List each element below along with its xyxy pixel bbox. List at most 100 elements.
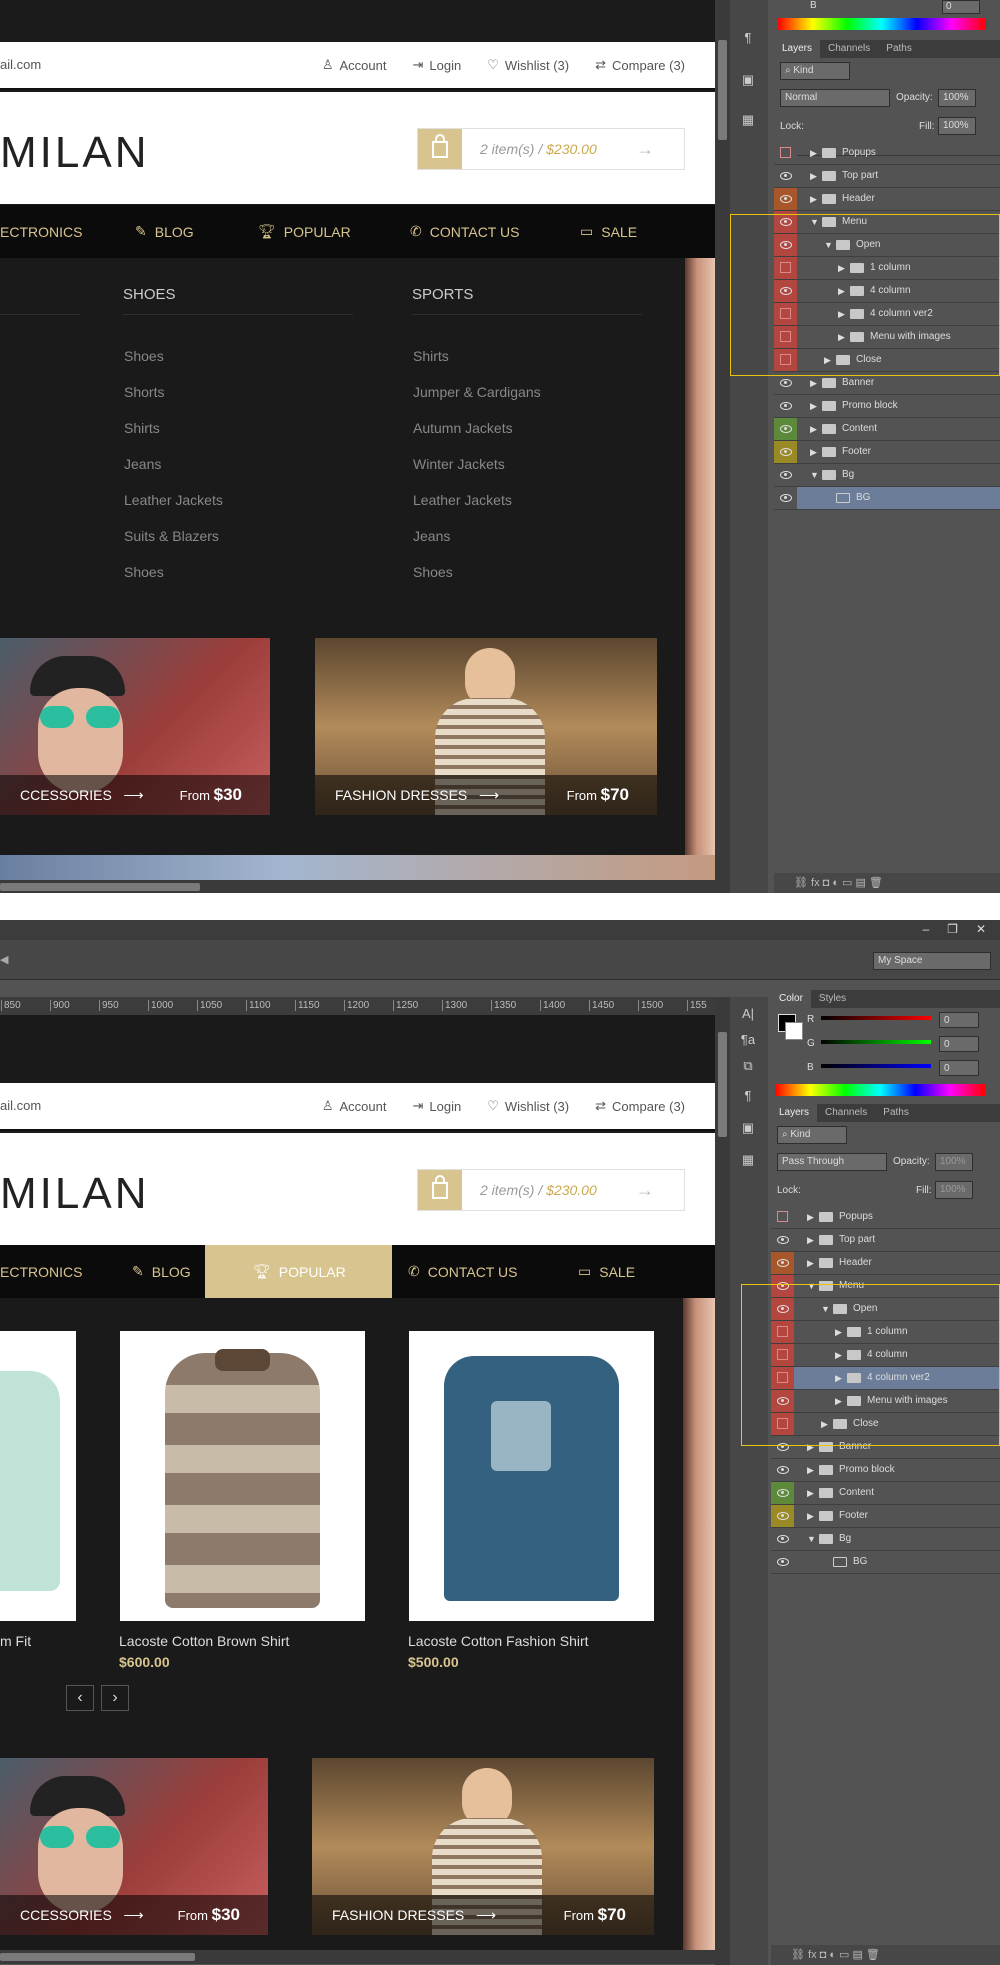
wishlist-link[interactable]: ♡ Wishlist (3)	[487, 1098, 569, 1114]
kind-filter[interactable]: ⌕ Kind	[777, 1126, 847, 1144]
horizontal-scrollbar[interactable]	[0, 880, 715, 893]
visibility-eye-icon[interactable]	[774, 142, 797, 164]
green-slider[interactable]	[821, 1040, 931, 1044]
mega-link[interactable]: Jeans	[413, 528, 450, 544]
layer-row[interactable]: ▶ Popups	[771, 1206, 1000, 1229]
visibility-eye-icon[interactable]	[771, 1505, 794, 1527]
visibility-eye-icon[interactable]	[771, 1482, 794, 1504]
collapsed-triangle-icon[interactable]: ▶	[810, 401, 817, 412]
layer-row[interactable]: BG	[771, 1551, 1000, 1574]
next-button[interactable]: ›	[101, 1685, 129, 1711]
visibility-eye-icon[interactable]	[774, 464, 797, 486]
expanded-triangle-icon[interactable]: ▼	[807, 1534, 816, 1544]
fill-value[interactable]: 100%	[938, 117, 976, 135]
banner-dresses[interactable]: FASHION DRESSES ⟶ From $70	[312, 1758, 654, 1935]
account-link[interactable]: ♙ Account	[322, 1098, 387, 1114]
fill-value[interactable]: 100%	[935, 1181, 973, 1199]
collapsed-triangle-icon[interactable]: ▶	[810, 424, 817, 435]
grid-icon[interactable]: ▦	[734, 1152, 762, 1176]
green-value[interactable]: 0	[939, 1036, 979, 1052]
cart-widget[interactable]: 2 item(s) / $230.00 →	[417, 128, 685, 170]
paragraph-icon[interactable]: ¶	[734, 30, 762, 54]
layer-row[interactable]: ▶ Promo block	[774, 395, 1000, 418]
mega-link[interactable]: Winter Jackets	[413, 456, 505, 472]
tab-layers[interactable]: Layers	[774, 40, 821, 58]
visibility-eye-icon[interactable]	[771, 1528, 794, 1550]
layer-comps-icon[interactable]: ▣	[734, 1120, 762, 1144]
product-name[interactable]: m Fit	[0, 1633, 31, 1649]
mega-link[interactable]: Leather Jackets	[413, 492, 512, 508]
nav-popular[interactable]: 🏆︎ POPULAR	[258, 205, 351, 258]
email-link[interactable]: ail.com	[0, 57, 41, 72]
mega-link[interactable]: Shoes	[124, 564, 164, 580]
prev-button[interactable]: ‹	[66, 1685, 94, 1711]
email-link[interactable]: ail.com	[0, 1098, 41, 1113]
logo[interactable]: MILAN	[0, 1169, 149, 1219]
opacity-value[interactable]: 100%	[938, 89, 976, 107]
visibility-eye-icon[interactable]	[774, 441, 797, 463]
compare-link[interactable]: ⇄ Compare (3)	[595, 1098, 685, 1114]
layer-row[interactable]: ▶ Promo block	[771, 1459, 1000, 1482]
blue-slider[interactable]	[821, 1064, 931, 1068]
nav-popular[interactable]: 🏆︎ POPULAR	[205, 1245, 392, 1298]
mega-link[interactable]: Shirts	[413, 348, 449, 364]
visibility-eye-icon[interactable]	[774, 487, 797, 509]
layer-row[interactable]: ▶ Content	[771, 1482, 1000, 1505]
vertical-scrollbar[interactable]	[715, 997, 730, 1965]
red-value[interactable]: 0	[939, 1012, 979, 1028]
mega-link[interactable]: Shoes	[124, 348, 164, 364]
tab-paths[interactable]: Paths	[878, 40, 920, 58]
clone-source-icon[interactable]: ⧉	[734, 1058, 762, 1082]
visibility-eye-icon[interactable]	[771, 1229, 794, 1251]
layer-row[interactable]: ▶ Popups	[774, 142, 1000, 165]
mega-link[interactable]: Autumn Jackets	[413, 420, 513, 436]
tab-channels[interactable]: Channels	[817, 1104, 875, 1122]
collapsed-triangle-icon[interactable]: ▶	[810, 171, 817, 182]
visibility-eye-icon[interactable]	[774, 165, 797, 187]
product-name[interactable]: Lacoste Cotton Brown Shirt	[119, 1633, 289, 1649]
grid-icon[interactable]: ▦	[734, 112, 762, 136]
collapsed-triangle-icon[interactable]: ▶	[807, 1212, 814, 1223]
background-swatch[interactable]	[785, 1022, 803, 1040]
nav-electronics[interactable]: ECTRONICS	[0, 1245, 82, 1298]
horizontal-scrollbar[interactable]	[0, 1950, 715, 1964]
tab-color[interactable]: Color	[771, 990, 811, 1008]
mega-link[interactable]: Jeans	[124, 456, 161, 472]
blue-value[interactable]: 0	[939, 1060, 979, 1076]
compare-link[interactable]: ⇄ Compare (3)	[595, 57, 685, 73]
collapsed-triangle-icon[interactable]: ▶	[807, 1511, 814, 1522]
layer-row[interactable]: ▶ Footer	[771, 1505, 1000, 1528]
collapsed-triangle-icon[interactable]: ▶	[807, 1465, 814, 1476]
expanded-triangle-icon[interactable]: ▼	[810, 470, 819, 480]
mega-link[interactable]: Leather Jackets	[124, 492, 223, 508]
red-slider[interactable]	[821, 1016, 931, 1020]
layer-row[interactable]: ▶ Top part	[771, 1229, 1000, 1252]
mega-link[interactable]: Shirts	[124, 420, 160, 436]
collapsed-triangle-icon[interactable]: ▶	[807, 1235, 814, 1246]
minimize-icon[interactable]: –	[922, 922, 929, 936]
layer-row[interactable]: ▶ Header	[771, 1252, 1000, 1275]
layer-row[interactable]: ▶ Top part	[774, 165, 1000, 188]
banner-accessories[interactable]: CCESSORIES ⟶ From $30	[0, 1758, 268, 1935]
layer-row[interactable]: ▶ Footer	[774, 441, 1000, 464]
account-link[interactable]: ♙ Account	[322, 57, 387, 73]
kind-filter[interactable]: ⌕ Kind	[780, 62, 850, 80]
mega-link[interactable]: Jumper & Cardigans	[413, 384, 541, 400]
layer-row[interactable]: ▼ Bg	[774, 464, 1000, 487]
layer-row[interactable]: ▼ Bg	[771, 1528, 1000, 1551]
visibility-eye-icon[interactable]	[771, 1206, 794, 1228]
character-icon[interactable]: A|	[734, 1006, 762, 1030]
nav-sale[interactable]: ▭ SALE	[578, 1245, 635, 1298]
collapsed-triangle-icon[interactable]: ▶	[810, 148, 817, 159]
visibility-eye-icon[interactable]	[774, 395, 797, 417]
color-ramp[interactable]	[778, 18, 986, 30]
collapsed-triangle-icon[interactable]: ▶	[810, 194, 817, 205]
visibility-eye-icon[interactable]	[771, 1459, 794, 1481]
blend-mode-select[interactable]: Pass Through	[777, 1153, 887, 1171]
cart-widget[interactable]: 2 item(s) / $230.00 →	[417, 1169, 685, 1211]
nav-blog[interactable]: ✎ BLOG	[135, 205, 194, 258]
mega-link[interactable]: Shoes	[413, 564, 453, 580]
tab-channels[interactable]: Channels	[820, 40, 878, 58]
vertical-scrollbar[interactable]	[715, 0, 730, 893]
product-image[interactable]	[409, 1331, 654, 1621]
